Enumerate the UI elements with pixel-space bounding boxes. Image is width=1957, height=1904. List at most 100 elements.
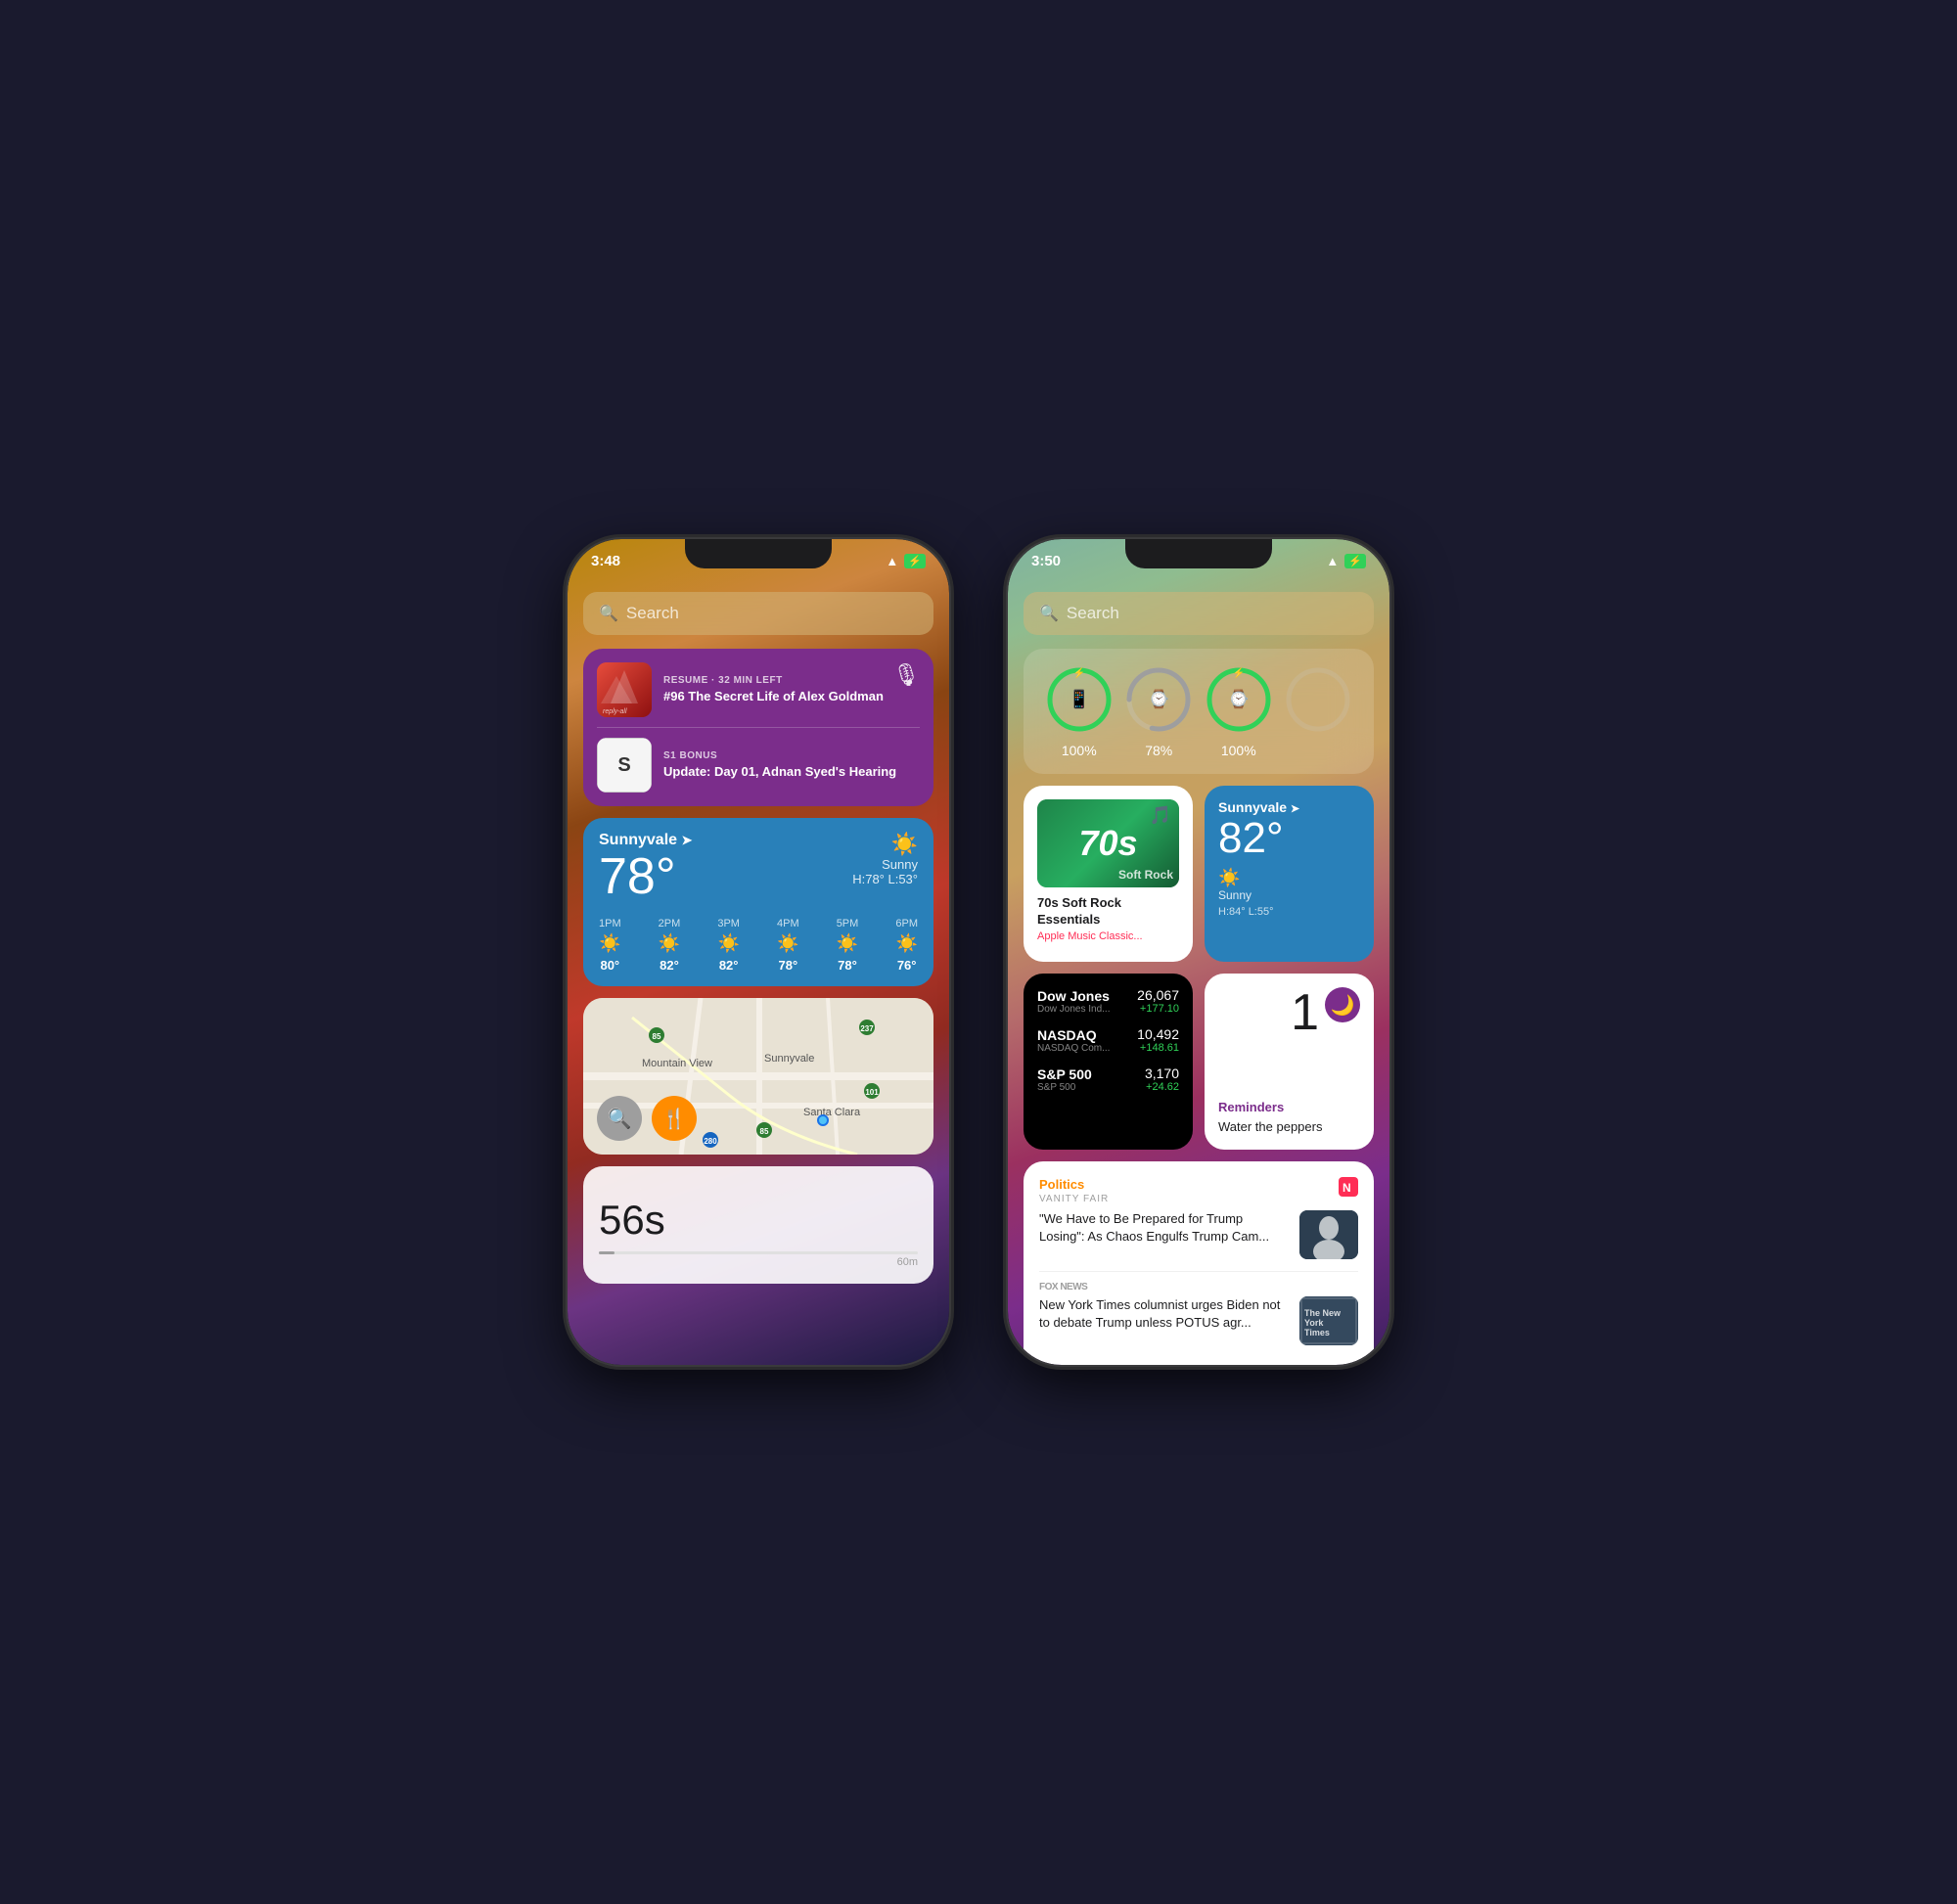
svg-text:Santa Clara: Santa Clara bbox=[803, 1107, 861, 1118]
notch-2 bbox=[1125, 539, 1272, 568]
weather-location-1: Sunnyvale ➤ bbox=[599, 832, 692, 849]
stock-sp500: S&P 500 S&P 500 3,170 +24.62 bbox=[1037, 1065, 1179, 1093]
phone-1: 3:48 ▲ ⚡ 🔍 Search bbox=[568, 539, 949, 1365]
stock-nasdaq-left: NASDAQ NASDAQ Com... bbox=[1037, 1027, 1110, 1054]
search-label-2: Search bbox=[1067, 604, 1119, 623]
forecast-6pm: 6PM ☀️ 76° bbox=[895, 918, 918, 973]
reminders-task: Water the peppers bbox=[1218, 1119, 1322, 1134]
stocks-widget[interactable]: Dow Jones Dow Jones Ind... 26,067 +177.1… bbox=[1024, 974, 1193, 1150]
news-widget[interactable]: N Politics Vanity Fair "We Have to Be Pr… bbox=[1024, 1161, 1374, 1365]
weather-widget-1[interactable]: Sunnyvale ➤ 78° ☀️ Sunny H:78° L:53° 1PM… bbox=[583, 818, 933, 986]
reminders-widget[interactable]: 🌙 1 Reminders Water the peppers bbox=[1205, 974, 1374, 1150]
wifi-icon-2: ▲ bbox=[1326, 554, 1339, 568]
phone-2-content: 🔍 Search 📱 ⚡ 100% bbox=[1008, 582, 1389, 1365]
music-source: Apple Music Classic... bbox=[1037, 930, 1179, 942]
forecast-3pm: 3PM ☀️ 82° bbox=[717, 918, 740, 973]
battery-pct-watch2: 100% bbox=[1221, 743, 1256, 758]
iphone-device-icon: 📱 bbox=[1069, 690, 1090, 710]
stock-dow-right: 26,067 +177.10 bbox=[1137, 987, 1179, 1015]
phone-2-screen: 3:50 ▲ ⚡ 🔍 Search bbox=[1008, 539, 1389, 1365]
battery-circle-empty bbox=[1283, 664, 1353, 735]
podcasts-app-icon: 🎙 bbox=[892, 662, 920, 688]
battery-icon-1: ⚡ bbox=[904, 554, 926, 568]
svg-text:101: 101 bbox=[865, 1088, 879, 1097]
weather-widget-small[interactable]: Sunnyvale ➤ 82° ☀️ Sunny H:84° L:55° bbox=[1205, 786, 1374, 962]
svg-text:N: N bbox=[1343, 1181, 1351, 1195]
news-thumb-1 bbox=[1299, 1210, 1358, 1259]
phone-2: 3:50 ▲ ⚡ 🔍 Search bbox=[1008, 539, 1389, 1365]
screenrecord-bar bbox=[599, 1251, 614, 1254]
svg-text:Times: Times bbox=[1304, 1328, 1330, 1337]
search-bar-2[interactable]: 🔍 Search bbox=[1024, 592, 1374, 635]
podcast-meta-1: RESUME · 32 MIN LEFT bbox=[663, 675, 892, 686]
podcast-info-2: S1 BONUS Update: Day 01, Adnan Syed's He… bbox=[663, 750, 920, 781]
podcasts-widget[interactable]: reply-all RESUME · 32 MIN LEFT #96 The S… bbox=[583, 649, 933, 806]
forecast-2pm: 2PM ☀️ 82° bbox=[659, 918, 681, 973]
stock-dow: Dow Jones Dow Jones Ind... 26,067 +177.1… bbox=[1037, 987, 1179, 1015]
time-2: 3:50 bbox=[1031, 553, 1061, 569]
news-item-1: "We Have to Be Prepared for Trump Losing… bbox=[1039, 1210, 1358, 1259]
podcast-title-1: #96 The Secret Life of Alex Goldman bbox=[663, 689, 892, 705]
battery-pct-iphone: 100% bbox=[1062, 743, 1097, 758]
forecast-4pm: 4PM ☀️ 78° bbox=[777, 918, 799, 973]
reminders-moon-icon: 🌙 bbox=[1325, 987, 1360, 1022]
news-source-2: Fox News bbox=[1039, 1282, 1358, 1292]
weather-small-temp: 82° bbox=[1218, 815, 1360, 862]
search-bar-1[interactable]: 🔍 Search bbox=[583, 592, 933, 635]
weather-location-container: Sunnyvale ➤ 78° bbox=[599, 832, 692, 906]
news-section-label: Politics bbox=[1039, 1177, 1358, 1192]
news-divider bbox=[1039, 1271, 1358, 1272]
stock-nasdaq-right: 10,492 +148.61 bbox=[1137, 1026, 1179, 1054]
screenrecord-widget[interactable]: 56s 60m bbox=[583, 1166, 933, 1284]
watch-device-icon-1: ⌚ bbox=[1148, 690, 1169, 710]
map-food-button[interactable]: 🍴 bbox=[652, 1096, 697, 1141]
reminders-count: 1 bbox=[1291, 983, 1319, 1042]
podcast-item-1: reply-all RESUME · 32 MIN LEFT #96 The S… bbox=[597, 662, 892, 717]
podcast-title-2: Update: Day 01, Adnan Syed's Hearing bbox=[663, 764, 920, 781]
forecast-5pm: 5PM ☀️ 78° bbox=[837, 918, 859, 973]
podcast-info-1: RESUME · 32 MIN LEFT #96 The Secret Life… bbox=[663, 675, 892, 705]
battery-pct-watch1: 78% bbox=[1145, 743, 1172, 758]
battery-circle-watch1: ⌚ bbox=[1123, 664, 1194, 735]
svg-text:85: 85 bbox=[653, 1032, 661, 1041]
music-widget[interactable]: 70s Soft Rock 🎵 70s Soft Rock Essentials… bbox=[1024, 786, 1193, 962]
battery-item-empty: -- bbox=[1283, 664, 1353, 758]
search-icon-1: 🔍 bbox=[599, 604, 618, 623]
status-icons-2: ▲ ⚡ bbox=[1326, 554, 1366, 568]
svg-text:Sunnyvale: Sunnyvale bbox=[764, 1053, 814, 1065]
weather-small-location: Sunnyvale ➤ bbox=[1218, 799, 1360, 815]
svg-text:280: 280 bbox=[704, 1137, 717, 1146]
music-art: 70s Soft Rock 🎵 bbox=[1037, 799, 1179, 887]
map-container: 85 237 101 85 280 Mountain View Sunnyval… bbox=[583, 998, 933, 1155]
battery-widget[interactable]: 📱 ⚡ 100% ⌚ 78% bbox=[1024, 649, 1374, 774]
svg-text:Mountain View: Mountain View bbox=[642, 1058, 712, 1069]
svg-text:237: 237 bbox=[860, 1024, 874, 1033]
forecast-1pm: 1PM ☀️ 80° bbox=[599, 918, 621, 973]
podcast-header: reply-all RESUME · 32 MIN LEFT #96 The S… bbox=[597, 662, 920, 717]
news-source-1: Vanity Fair bbox=[1039, 1194, 1358, 1204]
battery-circle-watch2: ⌚ ⚡ bbox=[1204, 664, 1274, 735]
news-thumb-2: The New York Times bbox=[1299, 1296, 1358, 1345]
battery-item-watch1: ⌚ 78% bbox=[1123, 664, 1194, 758]
map-search-button[interactable]: 🔍 bbox=[597, 1096, 642, 1141]
phone-1-screen: 3:48 ▲ ⚡ 🔍 Search bbox=[568, 539, 949, 1365]
battery-pct-empty: -- bbox=[1314, 743, 1323, 758]
reminders-app-label: Reminders bbox=[1218, 1100, 1284, 1114]
music-art-text: 70s bbox=[1078, 823, 1137, 864]
podcast-divider bbox=[597, 727, 920, 728]
stock-dow-left: Dow Jones Dow Jones Ind... bbox=[1037, 988, 1110, 1015]
two-col-stocks-reminders: Dow Jones Dow Jones Ind... 26,067 +177.1… bbox=[1024, 974, 1374, 1150]
battery-icon-2: ⚡ bbox=[1344, 554, 1366, 568]
battery-item-watch2: ⌚ ⚡ 100% bbox=[1204, 664, 1274, 758]
news-item-2: New York Times columnist urges Biden not… bbox=[1039, 1296, 1358, 1345]
weather-hilo-1: H:78° L:53° bbox=[852, 872, 918, 886]
serial-art: S bbox=[597, 738, 652, 793]
stock-nasdaq: NASDAQ NASDAQ Com... 10,492 +148.61 bbox=[1037, 1026, 1179, 1054]
maps-widget[interactable]: 85 237 101 85 280 Mountain View Sunnyval… bbox=[583, 998, 933, 1155]
stock-sp500-left: S&P 500 S&P 500 bbox=[1037, 1066, 1092, 1093]
apple-news-icon: N bbox=[1339, 1177, 1358, 1201]
music-art-sub: Soft Rock bbox=[1118, 868, 1173, 882]
screenrecord-progress bbox=[599, 1251, 918, 1254]
notch-1 bbox=[685, 539, 832, 568]
screenrecord-end: 60m bbox=[599, 1256, 918, 1268]
